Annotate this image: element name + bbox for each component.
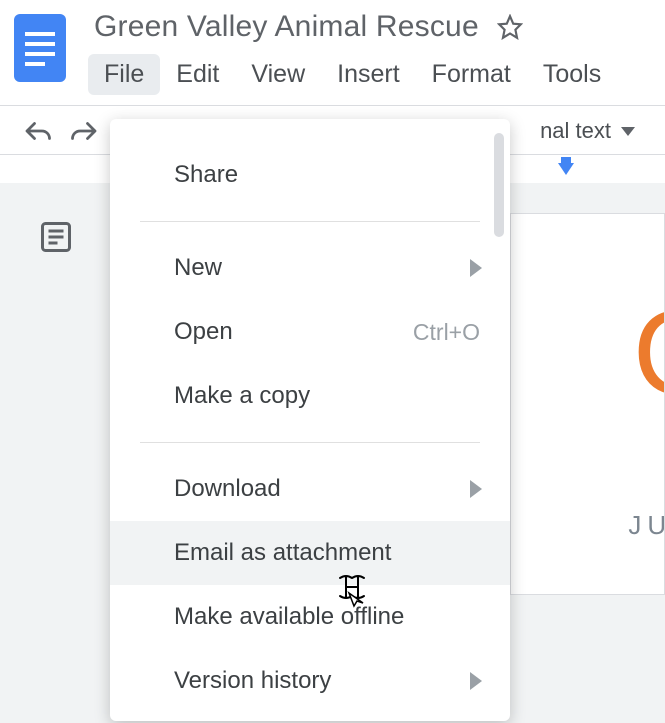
menu-item-label: Make available offline	[174, 603, 404, 631]
menu-item-label: Open	[174, 318, 233, 346]
menu-item-email-attachment[interactable]: Email as attachment	[110, 521, 510, 585]
menu-item-new[interactable]: New	[110, 236, 510, 300]
chevron-down-icon	[621, 127, 635, 136]
menu-separator	[140, 442, 480, 443]
menu-item-label: Make a copy	[174, 382, 310, 410]
document-page[interactable]: G JULY	[510, 213, 665, 595]
menu-item-shortcut: Ctrl+O	[413, 319, 480, 346]
page-heading-text: G	[633, 284, 665, 422]
menu-item-make-offline[interactable]: Make available offline	[110, 585, 510, 649]
undo-button[interactable]	[22, 118, 52, 144]
menu-item-share[interactable]: Share	[110, 143, 510, 207]
submenu-arrow-icon	[470, 259, 482, 277]
menubar: File Edit View Insert Format Tools	[88, 54, 665, 95]
menu-item-download[interactable]: Download	[110, 457, 510, 521]
menu-item-make-copy[interactable]: Make a copy	[110, 364, 510, 428]
file-menu-dropdown: Share New Open Ctrl+O Make a copy Downlo…	[110, 119, 510, 721]
menu-item-label: Share	[174, 161, 238, 189]
menu-item-version-history[interactable]: Version history	[110, 649, 510, 713]
page-subheading-text: JULY	[628, 510, 665, 541]
indent-marker[interactable]	[555, 157, 577, 184]
outline-button[interactable]	[38, 219, 74, 255]
menu-item-open[interactable]: Open Ctrl+O	[110, 300, 510, 364]
star-icon[interactable]	[497, 14, 523, 40]
menu-edit[interactable]: Edit	[160, 54, 235, 95]
menu-item-label: New	[174, 254, 222, 282]
menu-separator	[140, 221, 480, 222]
document-title[interactable]: Green Valley Animal Rescue	[94, 10, 479, 44]
paragraph-style-selector[interactable]: nal text	[540, 118, 635, 144]
paragraph-style-label: nal text	[540, 118, 611, 144]
redo-button[interactable]	[70, 118, 100, 144]
submenu-arrow-icon	[470, 672, 482, 690]
menu-insert[interactable]: Insert	[321, 54, 416, 95]
menu-tools[interactable]: Tools	[527, 54, 617, 95]
menu-item-label: Email as attachment	[174, 539, 391, 567]
menu-format[interactable]: Format	[416, 54, 527, 95]
docs-app-icon[interactable]	[14, 14, 66, 82]
submenu-arrow-icon	[470, 480, 482, 498]
menu-item-label: Download	[174, 475, 281, 503]
menu-file[interactable]: File	[88, 54, 160, 95]
menu-view[interactable]: View	[235, 54, 321, 95]
menu-item-label: Version history	[174, 667, 331, 695]
